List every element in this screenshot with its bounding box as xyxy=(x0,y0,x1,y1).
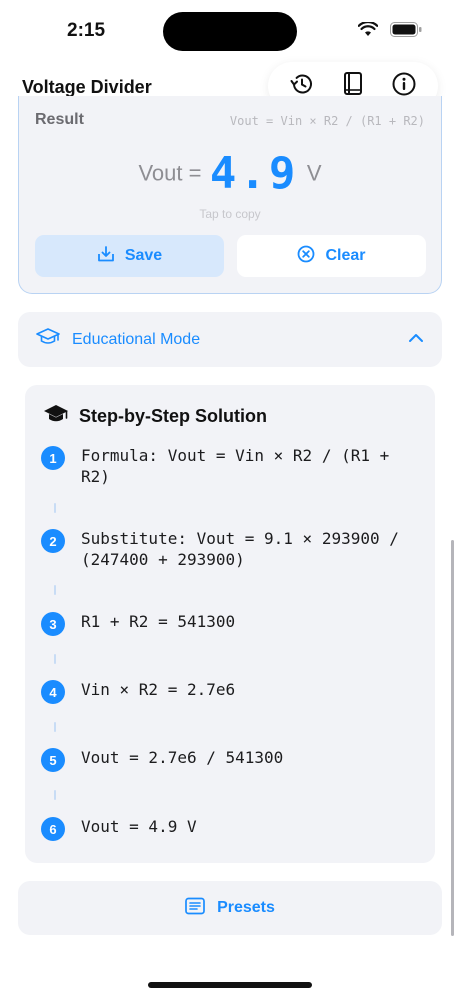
save-button[interactable]: Save xyxy=(35,235,224,277)
step-2: 2 Substitute: Vout = 9.1 × 293900 / (247… xyxy=(41,528,411,570)
step-connector xyxy=(54,585,56,595)
step-4: 4 Vin × R2 = 2.7e6 xyxy=(41,679,411,704)
wifi-icon xyxy=(357,20,379,42)
tap-to-copy-hint: Tap to copy xyxy=(199,207,261,221)
list-icon xyxy=(185,897,205,920)
educational-mode-toggle[interactable]: Educational Mode xyxy=(18,312,442,367)
step-text: Formula: Vout = Vin × R2 / (R1 + R2) xyxy=(81,446,390,486)
clear-label: Clear xyxy=(325,247,366,264)
step-connector xyxy=(54,503,56,513)
save-icon xyxy=(97,245,115,268)
step-text: Vin × R2 = 2.7e6 xyxy=(81,680,236,699)
mortarboard-icon xyxy=(43,403,69,430)
result-card: Result Vout = Vin × R2 / (R1 + R2) Vout … xyxy=(18,96,442,294)
step-number: 5 xyxy=(41,748,65,772)
result-title: Result xyxy=(35,111,84,128)
presets-label: Presets xyxy=(217,899,275,916)
step-3: 3 R1 + R2 = 541300 xyxy=(41,611,411,636)
status-icons xyxy=(357,20,422,42)
result-formula: Vout = Vin × R2 / (R1 + R2) xyxy=(229,114,425,128)
step-number: 1 xyxy=(41,446,65,470)
home-indicator[interactable] xyxy=(148,982,312,988)
step-connector xyxy=(54,654,56,664)
page-title: Voltage Divider xyxy=(22,77,152,97)
step-connector xyxy=(54,722,56,732)
step-1: 1 Formula: Vout = Vin × R2 / (R1 + R2) xyxy=(41,445,411,487)
step-by-step-panel: Step-by-Step Solution 1 Formula: Vout = … xyxy=(25,385,435,863)
battery-icon xyxy=(390,22,422,42)
step-text: Vout = 4.9 V xyxy=(81,817,197,836)
scrollbar[interactable] xyxy=(451,540,454,936)
result-value-display[interactable]: Vout = 4.9 V xyxy=(19,148,441,199)
step-text: Substitute: Vout = 9.1 × 293900 / (24740… xyxy=(81,529,399,569)
vout-unit: V xyxy=(306,160,322,186)
status-time: 2:15 xyxy=(67,20,106,41)
clear-icon xyxy=(297,245,315,268)
step-number: 2 xyxy=(41,529,65,553)
step-connector xyxy=(54,790,56,800)
vout-value[interactable]: 4.9 xyxy=(210,148,298,199)
dynamic-island xyxy=(163,12,297,51)
steps-title: Step-by-Step Solution xyxy=(79,406,267,426)
chevron-up-icon xyxy=(408,331,424,349)
steps-header: Step-by-Step Solution xyxy=(43,403,267,430)
save-label: Save xyxy=(124,247,163,264)
step-6: 6 Vout = 4.9 V xyxy=(41,816,411,841)
step-number: 3 xyxy=(41,612,65,636)
clear-button[interactable]: Clear xyxy=(237,235,426,277)
graduation-cap-icon xyxy=(36,327,60,352)
step-number: 4 xyxy=(41,680,65,704)
educational-mode-label: Educational Mode xyxy=(72,330,201,348)
step-text: R1 + R2 = 541300 xyxy=(81,612,236,631)
presets-button[interactable]: Presets xyxy=(18,881,442,935)
step-number: 6 xyxy=(41,817,65,841)
step-text: Vout = 2.7e6 / 541300 xyxy=(81,748,284,767)
step-5: 5 Vout = 2.7e6 / 541300 xyxy=(41,747,411,772)
vout-label: Vout = xyxy=(138,160,202,186)
